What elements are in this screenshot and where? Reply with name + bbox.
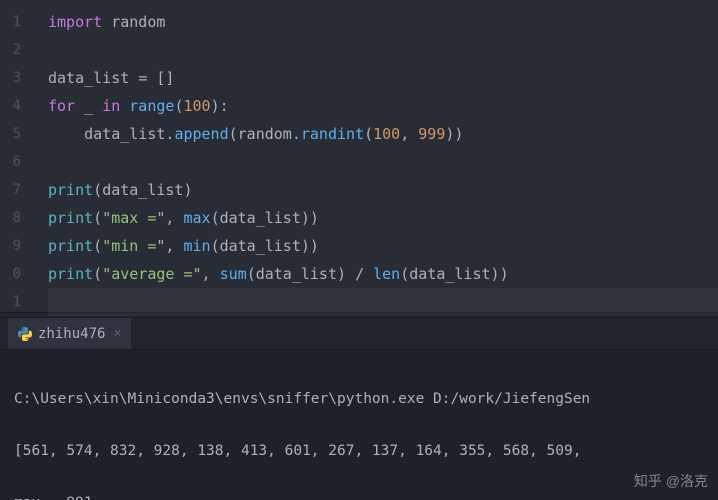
terminal-tab[interactable]: zhihu476 × bbox=[8, 318, 131, 349]
code-line-active[interactable] bbox=[48, 288, 718, 316]
line-number: 5 bbox=[0, 120, 21, 148]
code-line[interactable]: print("min =", min(data_list)) bbox=[48, 232, 718, 260]
terminal-tabs: zhihu476 × bbox=[0, 318, 718, 350]
line-number: 3 bbox=[0, 64, 21, 92]
line-number: 8 bbox=[0, 204, 21, 232]
tab-label: zhihu476 bbox=[38, 326, 105, 342]
line-number: 1 bbox=[0, 8, 21, 36]
line-gutter: 1 2 3 4 5 6 7 8 9 0 1 bbox=[0, 0, 30, 312]
code-line[interactable]: data_list.append(random.randint(100, 999… bbox=[48, 120, 718, 148]
code-line[interactable] bbox=[48, 148, 718, 176]
close-icon[interactable]: × bbox=[113, 326, 121, 341]
terminal-output[interactable]: C:\Users\xin\Miniconda3\envs\sniffer\pyt… bbox=[0, 350, 718, 500]
line-number: 9 bbox=[0, 232, 21, 260]
terminal-line: max = 991 bbox=[14, 490, 704, 500]
python-icon bbox=[18, 327, 32, 341]
watermark: 知乎 @洛克 bbox=[634, 468, 708, 494]
terminal-line: [561, 574, 832, 928, 138, 413, 601, 267,… bbox=[14, 438, 704, 464]
code-line[interactable]: print("max =", max(data_list)) bbox=[48, 204, 718, 232]
line-number: 4 bbox=[0, 92, 21, 120]
line-number: 7 bbox=[0, 176, 21, 204]
code-line[interactable] bbox=[48, 36, 718, 64]
code-line[interactable]: print(data_list) bbox=[48, 176, 718, 204]
line-number: 0 bbox=[0, 260, 21, 288]
terminal-line: C:\Users\xin\Miniconda3\envs\sniffer\pyt… bbox=[14, 386, 704, 412]
code-editor[interactable]: 1 2 3 4 5 6 7 8 9 0 1 import random data… bbox=[0, 0, 718, 312]
line-number: 6 bbox=[0, 148, 21, 176]
code-line[interactable]: import random bbox=[48, 8, 718, 36]
code-line[interactable]: for _ in range(100): bbox=[48, 92, 718, 120]
code-area[interactable]: import random data_list = [] for _ in ra… bbox=[30, 0, 718, 312]
code-line[interactable]: data_list = [] bbox=[48, 64, 718, 92]
code-line[interactable]: print("average =", sum(data_list) / len(… bbox=[48, 260, 718, 288]
line-number: 2 bbox=[0, 36, 21, 64]
line-number: 1 bbox=[0, 288, 21, 316]
